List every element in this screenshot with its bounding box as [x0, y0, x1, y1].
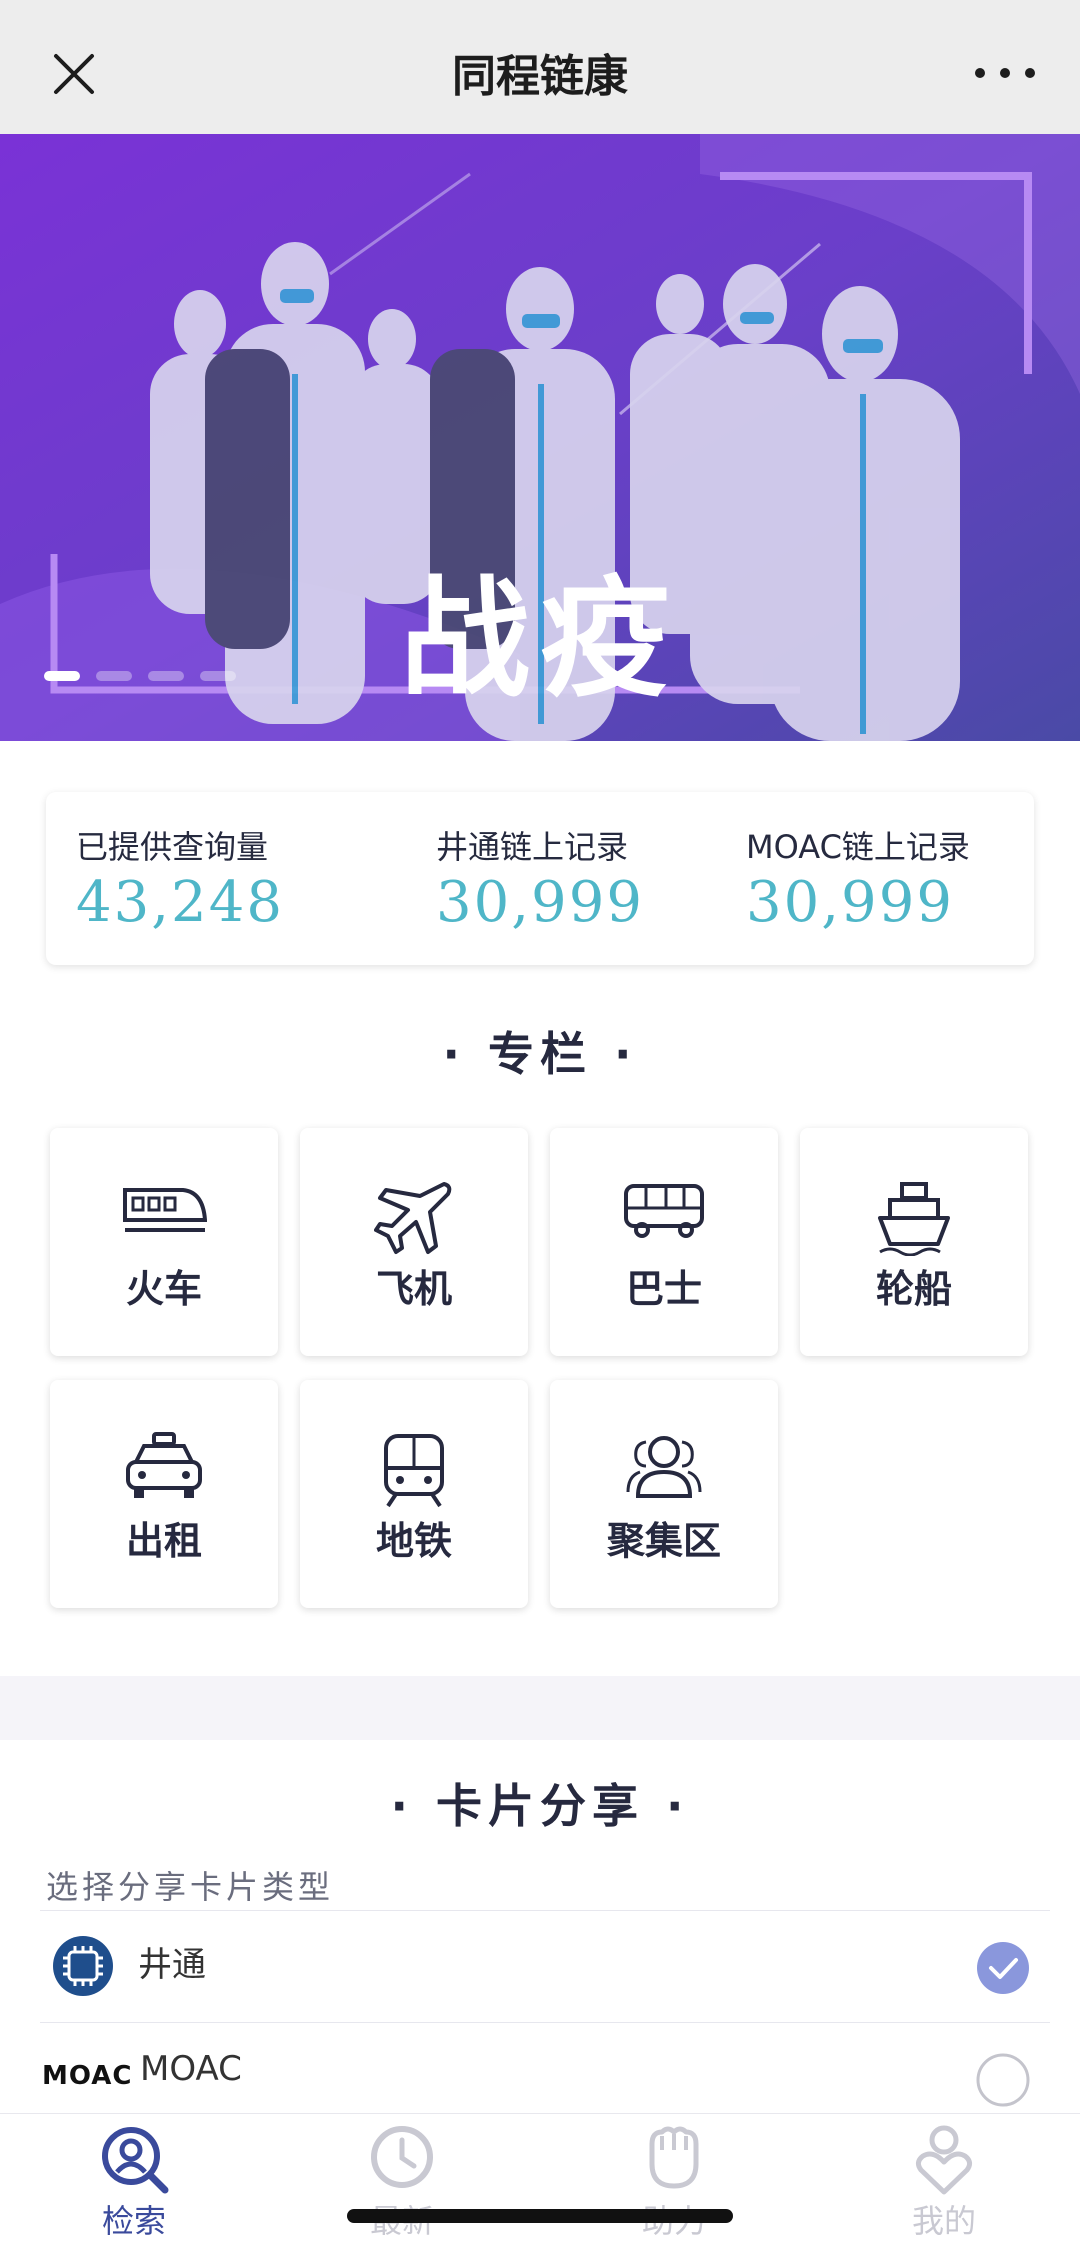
share-option-label: MOAC — [140, 2049, 242, 2089]
stat-query-count: 已提供查询量 43,248 — [76, 822, 284, 935]
checked-icon[interactable] — [976, 1941, 1030, 1995]
tile-ship[interactable]: 轮船 — [800, 1128, 1028, 1356]
unchecked-icon[interactable] — [976, 2053, 1030, 2107]
page-title: 同程链康 — [452, 51, 628, 102]
carousel-indicator — [44, 671, 236, 681]
clock-icon — [371, 2126, 433, 2188]
stat-value: 30,999 — [436, 870, 644, 935]
moac-logo-icon: MOAC — [42, 2061, 133, 2091]
tile-label: 出租 — [125, 1519, 202, 1563]
tile-metro[interactable]: 地铁 — [300, 1380, 528, 1608]
more-icon[interactable] — [970, 58, 1040, 88]
nav-bar: 同程链康 — [0, 0, 1080, 134]
home-indicator[interactable] — [347, 2209, 733, 2223]
plane-icon — [374, 1182, 452, 1254]
stat-value: 30,999 — [746, 870, 954, 935]
bus-icon — [624, 1184, 704, 1238]
tile-taxi[interactable]: 出租 — [50, 1380, 278, 1608]
stat-moac-records: MOAC链上记录 30,999 — [746, 822, 970, 935]
stats-card: 已提供查询量 43,248 井通链上记录 30,999 MOAC链上记录 30,… — [46, 792, 1034, 965]
stat-label: 已提供查询量 — [76, 828, 269, 866]
share-section-title: · 卡片分享 · — [390, 1779, 690, 1833]
metro-icon — [384, 1434, 444, 1508]
tab-search[interactable]: 检索 — [34, 2114, 234, 2244]
tile-label: 火车 — [125, 1267, 202, 1311]
tab-label: 检索 — [101, 2202, 166, 2240]
stat-value: 43,248 — [76, 870, 284, 935]
ship-icon — [878, 1182, 950, 1256]
carousel-dot[interactable] — [44, 671, 80, 681]
jingtong-logo-icon — [53, 1936, 113, 1996]
stat-label: MOAC链上记录 — [746, 828, 970, 866]
profile-icon — [915, 2125, 973, 2195]
share-subtitle: 选择分享卡片类型 — [46, 1868, 335, 1906]
fist-icon — [649, 2126, 699, 2189]
carousel-dot[interactable] — [148, 671, 184, 681]
tile-train[interactable]: 火车 — [50, 1128, 278, 1356]
tab-label: 我的 — [911, 2202, 976, 2240]
tile-label: 轮船 — [875, 1267, 952, 1311]
train-icon — [123, 1188, 207, 1232]
carousel-dot[interactable] — [96, 671, 132, 681]
tile-label: 巴士 — [625, 1267, 702, 1311]
stat-jingtong-records: 井通链上记录 30,999 — [436, 822, 644, 935]
tile-bus[interactable]: 巴士 — [550, 1128, 778, 1356]
tile-crowd-area[interactable]: 聚集区 — [550, 1380, 778, 1608]
stat-label: 井通链上记录 — [436, 828, 629, 866]
tile-plane[interactable]: 飞机 — [300, 1128, 528, 1356]
tab-latest[interactable]: 最新 — [302, 2114, 502, 2244]
column-section-title: · 专栏 · — [442, 1027, 638, 1081]
tab-mine[interactable]: 我的 — [844, 2114, 1044, 2244]
tile-label: 飞机 — [375, 1267, 452, 1311]
tile-label: 聚集区 — [606, 1519, 721, 1563]
taxi-icon — [126, 1432, 202, 1498]
banner-carousel[interactable]: 战疫 — [0, 134, 1080, 741]
tab-boost[interactable]: 助力 — [574, 2114, 774, 2244]
tab-bar: 检索 最新 助力 我的 — [0, 2113, 1080, 2244]
share-option-jingtong[interactable]: 井通 — [40, 1910, 1050, 2023]
carousel-dot[interactable] — [200, 671, 236, 681]
crowd-icon — [626, 1436, 702, 1498]
search-user-icon — [102, 2127, 169, 2194]
share-option-label: 井通 — [138, 1945, 206, 1985]
banner-headline: 战疫 — [399, 563, 680, 715]
tile-label: 地铁 — [375, 1519, 452, 1563]
